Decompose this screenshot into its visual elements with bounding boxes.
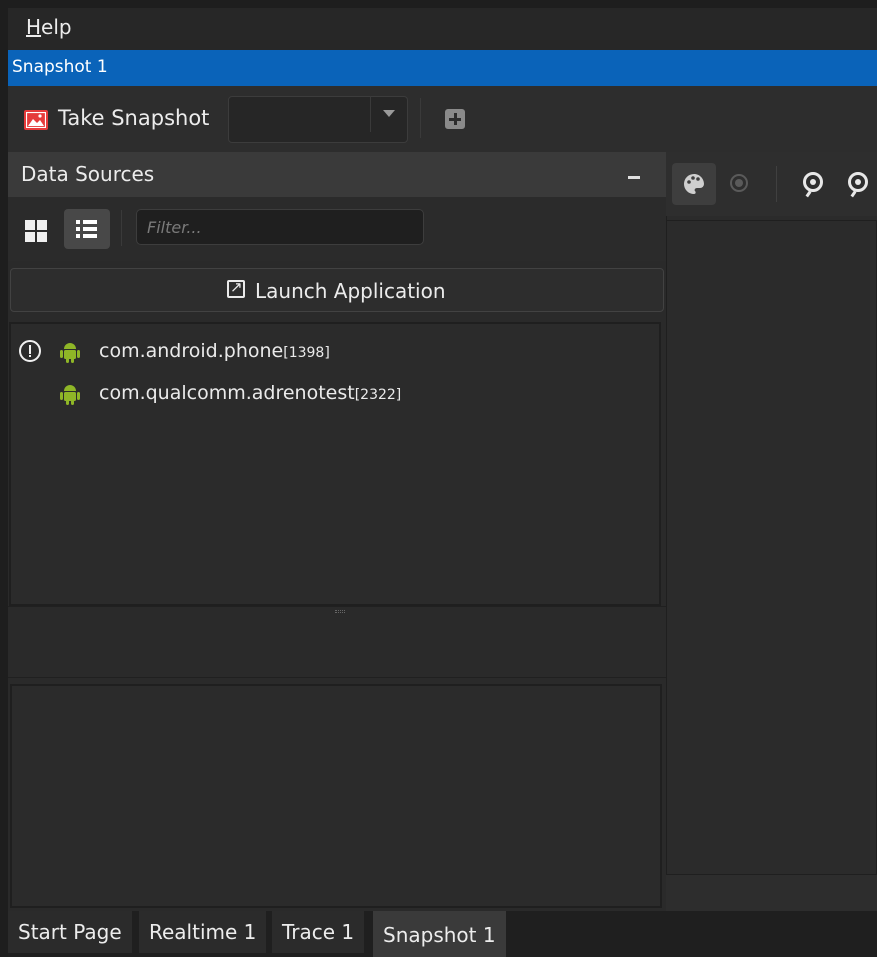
filter-input[interactable]	[136, 209, 424, 245]
process-label: com.android.phone	[99, 340, 284, 362]
menu-help-mnemonic: H	[26, 15, 42, 39]
document-title-bar: Snapshot 1	[8, 50, 877, 86]
panel-splitter[interactable]	[8, 606, 666, 678]
take-snapshot-button[interactable]: Take Snapshot	[58, 106, 209, 130]
process-name: com.android.phone[1398]	[99, 340, 330, 362]
view-divider	[121, 210, 122, 246]
image-icon[interactable]	[24, 110, 48, 130]
details-panel	[10, 684, 662, 908]
menu-help-label: elp	[41, 15, 72, 39]
document-tab-bar: Start Page Realtime 1 Trace 1 Snapshot 1	[8, 911, 877, 957]
warning-icon	[19, 340, 41, 362]
viewer-canvas	[666, 220, 877, 875]
list-item[interactable]: com.android.phone[1398]	[11, 330, 659, 370]
process-pid: [2322]	[354, 387, 402, 403]
collapse-icon[interactable]	[628, 176, 640, 179]
panel-title: Data Sources	[21, 162, 155, 186]
viewer-toolbar	[666, 152, 877, 216]
list-item[interactable]: com.qualcomm.adrenotest[2322]	[11, 372, 659, 412]
process-name: com.qualcomm.adrenotest[2322]	[99, 382, 401, 404]
plus-square-icon[interactable]	[445, 109, 465, 129]
splitter-grip-icon[interactable]	[335, 610, 345, 613]
grid-view-icon[interactable]	[18, 211, 52, 245]
snapshot-target-dropdown[interactable]	[228, 96, 408, 143]
snapshot-toolbar: Take Snapshot	[8, 86, 877, 152]
toolbar-divider	[420, 98, 421, 138]
view-controls	[8, 197, 666, 261]
launch-application-button[interactable]: Launch Application	[10, 268, 664, 312]
process-pid: [1398]	[283, 345, 330, 361]
process-list: com.android.phone[1398] com.qualcomm.adr…	[9, 322, 661, 606]
record-icon[interactable]	[730, 174, 748, 192]
zoom-out-icon[interactable]	[848, 172, 868, 192]
viewer-status-bar	[666, 875, 877, 911]
tab-realtime-1[interactable]: Realtime 1	[139, 911, 267, 953]
android-icon	[60, 343, 80, 363]
menu-help[interactable]: Help	[26, 15, 72, 39]
viewer-toolbar-divider	[776, 166, 777, 202]
menu-bar: Help	[8, 8, 877, 50]
chevron-down-icon[interactable]	[383, 110, 395, 117]
tab-trace-1[interactable]: Trace 1	[272, 911, 365, 953]
tab-snapshot-1[interactable]: Snapshot 1	[373, 911, 506, 957]
list-view-icon[interactable]	[64, 209, 110, 249]
android-icon	[60, 385, 80, 405]
external-launch-icon	[227, 278, 245, 298]
dropdown-divider	[370, 96, 371, 132]
tab-start-page[interactable]: Start Page	[8, 911, 132, 953]
zoom-in-icon[interactable]	[803, 172, 823, 192]
palette-icon[interactable]	[672, 163, 716, 205]
data-sources-header: Data Sources	[8, 152, 666, 197]
launch-application-label: Launch Application	[255, 279, 446, 303]
document-title: Snapshot 1	[12, 57, 108, 77]
process-label: com.qualcomm.adrenotest	[99, 382, 355, 404]
